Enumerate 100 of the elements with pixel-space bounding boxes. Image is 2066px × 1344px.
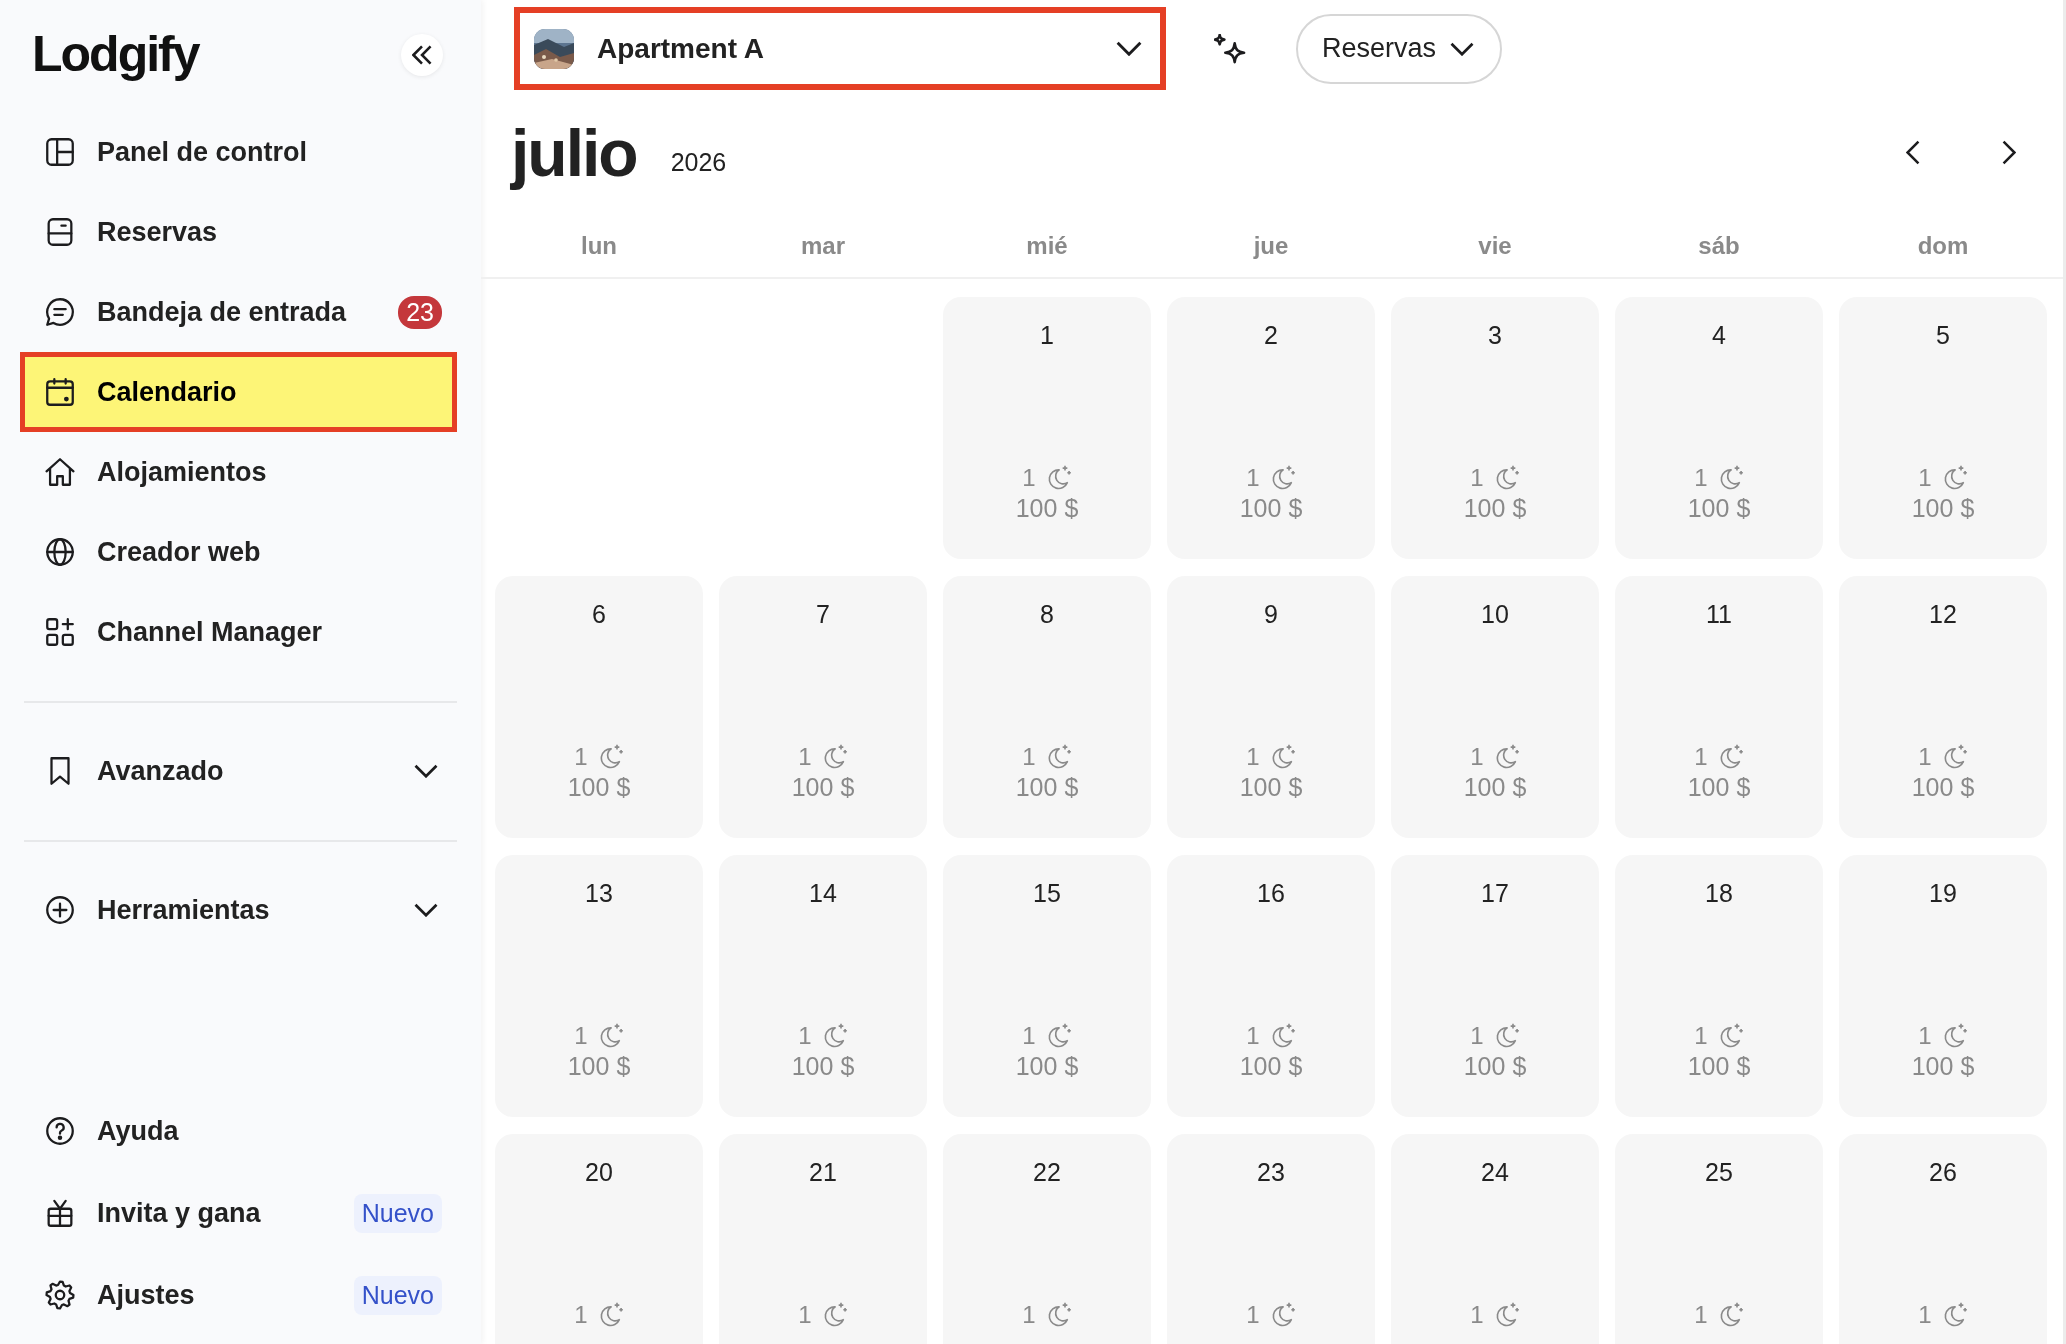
- weekday-label: sáb: [1697, 232, 1741, 260]
- price: 100 $: [1463, 773, 1527, 802]
- min-nights: 1: [798, 743, 812, 771]
- nav-group[interactable]: Herramientas: [20, 870, 457, 950]
- min-nights: 1: [1470, 1301, 1484, 1329]
- chevron-icon: [1116, 41, 1142, 56]
- nav-item[interactable]: Channel Manager: [20, 592, 457, 672]
- nav-item[interactable]: Ayuda: [20, 1091, 457, 1171]
- day-number: 4: [1712, 321, 1726, 350]
- day-cell[interactable]: 7 1 100 $: [719, 576, 927, 838]
- price: 100 $: [1911, 1052, 1975, 1081]
- house-icon: [43, 455, 77, 489]
- nav-item[interactable]: Creador web: [20, 512, 457, 592]
- day-cell[interactable]: 5 1 100 $: [1839, 297, 2047, 559]
- nav-item[interactable]: Reservas: [20, 192, 457, 272]
- day-number: 22: [1033, 1158, 1061, 1187]
- day-cell[interactable]: 3 1 100 $: [1391, 297, 1599, 559]
- sparkle-icon: [1214, 33, 1246, 64]
- chevron-icon: [1450, 41, 1475, 56]
- day-number: 15: [1033, 879, 1061, 908]
- collapse-button[interactable]: [401, 34, 443, 76]
- day-number: 7: [816, 600, 830, 629]
- min-nights: 1: [1694, 1022, 1708, 1050]
- day-number: 3: [1488, 321, 1502, 350]
- day-cell[interactable]: 20 1: [495, 1134, 703, 1344]
- price: 100 $: [1687, 773, 1751, 802]
- year-label: 2026: [670, 148, 727, 177]
- day-cell[interactable]: 25 1: [1615, 1134, 1823, 1344]
- day-cell[interactable]: 26 1: [1839, 1134, 2047, 1344]
- nav-item[interactable]: Alojamientos: [20, 432, 457, 512]
- price: 100 $: [791, 1052, 855, 1081]
- nav-group[interactable]: Avanzado: [20, 731, 457, 811]
- day-cell[interactable]: 2 1 100 $: [1167, 297, 1375, 559]
- price: 100 $: [1239, 1052, 1303, 1081]
- day-cell[interactable]: 15 1 100 $: [943, 855, 1151, 1117]
- chevron-left-icon: [1906, 140, 1920, 165]
- day-cell[interactable]: 11 1 100 $: [1615, 576, 1823, 838]
- min-nights: 1: [1918, 1022, 1932, 1050]
- day-number: 26: [1929, 1158, 1957, 1187]
- nav-item[interactable]: Ajustes Nuevo: [20, 1255, 457, 1335]
- day-number: 14: [809, 879, 837, 908]
- day-cell[interactable]: 6 1 100 $: [495, 576, 703, 838]
- day-cell[interactable]: 4 1 100 $: [1615, 297, 1823, 559]
- price: 100 $: [1687, 494, 1751, 523]
- day-cell[interactable]: 18 1 100 $: [1615, 855, 1823, 1117]
- price: 100 $: [1015, 494, 1079, 523]
- day-number: 25: [1705, 1158, 1733, 1187]
- nav-item[interactable]: Invita y gana Nuevo: [20, 1173, 457, 1253]
- day-cell[interactable]: 17 1 100 $: [1391, 855, 1599, 1117]
- day-number: 24: [1481, 1158, 1509, 1187]
- day-number: 20: [585, 1158, 613, 1187]
- day-cell[interactable]: 12 1 100 $: [1839, 576, 2047, 838]
- min-nights: 1: [1022, 1301, 1036, 1329]
- new-tag: Nuevo: [353, 1275, 442, 1315]
- plus-circle-icon: [43, 893, 77, 927]
- day-number: 23: [1257, 1158, 1285, 1187]
- view-dropdown[interactable]: Reservas: [1296, 13, 1503, 84]
- day-cell[interactable]: 14 1 100 $: [719, 855, 927, 1117]
- day-number: 12: [1929, 600, 1957, 629]
- day-cell[interactable]: 19 1 100 $: [1839, 855, 2047, 1117]
- min-nights: 1: [1246, 1301, 1260, 1329]
- day-cell[interactable]: 10 1 100 $: [1391, 576, 1599, 838]
- nav-item[interactable]: Panel de control: [20, 112, 457, 192]
- weekday-label: mar: [800, 232, 846, 260]
- day-cell[interactable]: 22 1: [943, 1134, 1151, 1344]
- day-number: 19: [1929, 879, 1957, 908]
- day-number: 5: [1936, 321, 1950, 350]
- double-chevron-icon: [412, 45, 432, 65]
- logo: Lodgify: [32, 25, 199, 83]
- day-cell[interactable]: 1 1 100 $: [943, 297, 1151, 559]
- day-number: 16: [1257, 879, 1285, 908]
- chat-icon: [43, 295, 77, 329]
- day-cell[interactable]: 9 1 100 $: [1167, 576, 1375, 838]
- day-number: 2: [1264, 321, 1278, 350]
- min-nights: 1: [1246, 464, 1260, 492]
- day-number: 1: [1040, 321, 1054, 350]
- price: 100 $: [1911, 494, 1975, 523]
- day-cell[interactable]: 23 1: [1167, 1134, 1375, 1344]
- chevron-right-icon: [2002, 140, 2016, 165]
- min-nights: 1: [574, 1022, 588, 1050]
- price: 100 $: [1015, 773, 1079, 802]
- price: 100 $: [791, 773, 855, 802]
- min-nights: 1: [1246, 743, 1260, 771]
- day-cell[interactable]: 16 1 100 $: [1167, 855, 1375, 1117]
- price: 100 $: [1463, 1052, 1527, 1081]
- min-nights: 1: [798, 1022, 812, 1050]
- property-dropdown[interactable]: Apartment A: [514, 7, 1166, 90]
- price: 100 $: [1911, 773, 1975, 802]
- min-nights: 1: [1918, 743, 1932, 771]
- min-nights: 1: [1246, 1022, 1260, 1050]
- weekday-label: lun: [580, 232, 618, 260]
- day-cell[interactable]: 24 1: [1391, 1134, 1599, 1344]
- price: 100 $: [1239, 773, 1303, 802]
- day-cell[interactable]: 13 1 100 $: [495, 855, 703, 1117]
- day-cell[interactable]: 8 1 100 $: [943, 576, 1151, 838]
- min-nights: 1: [1694, 1301, 1708, 1329]
- day-cell[interactable]: 21 1: [719, 1134, 927, 1344]
- min-nights: 1: [1022, 1022, 1036, 1050]
- nav-item[interactable]: Calendario: [20, 352, 457, 432]
- nav-item[interactable]: Bandeja de entrada 23: [20, 272, 457, 352]
